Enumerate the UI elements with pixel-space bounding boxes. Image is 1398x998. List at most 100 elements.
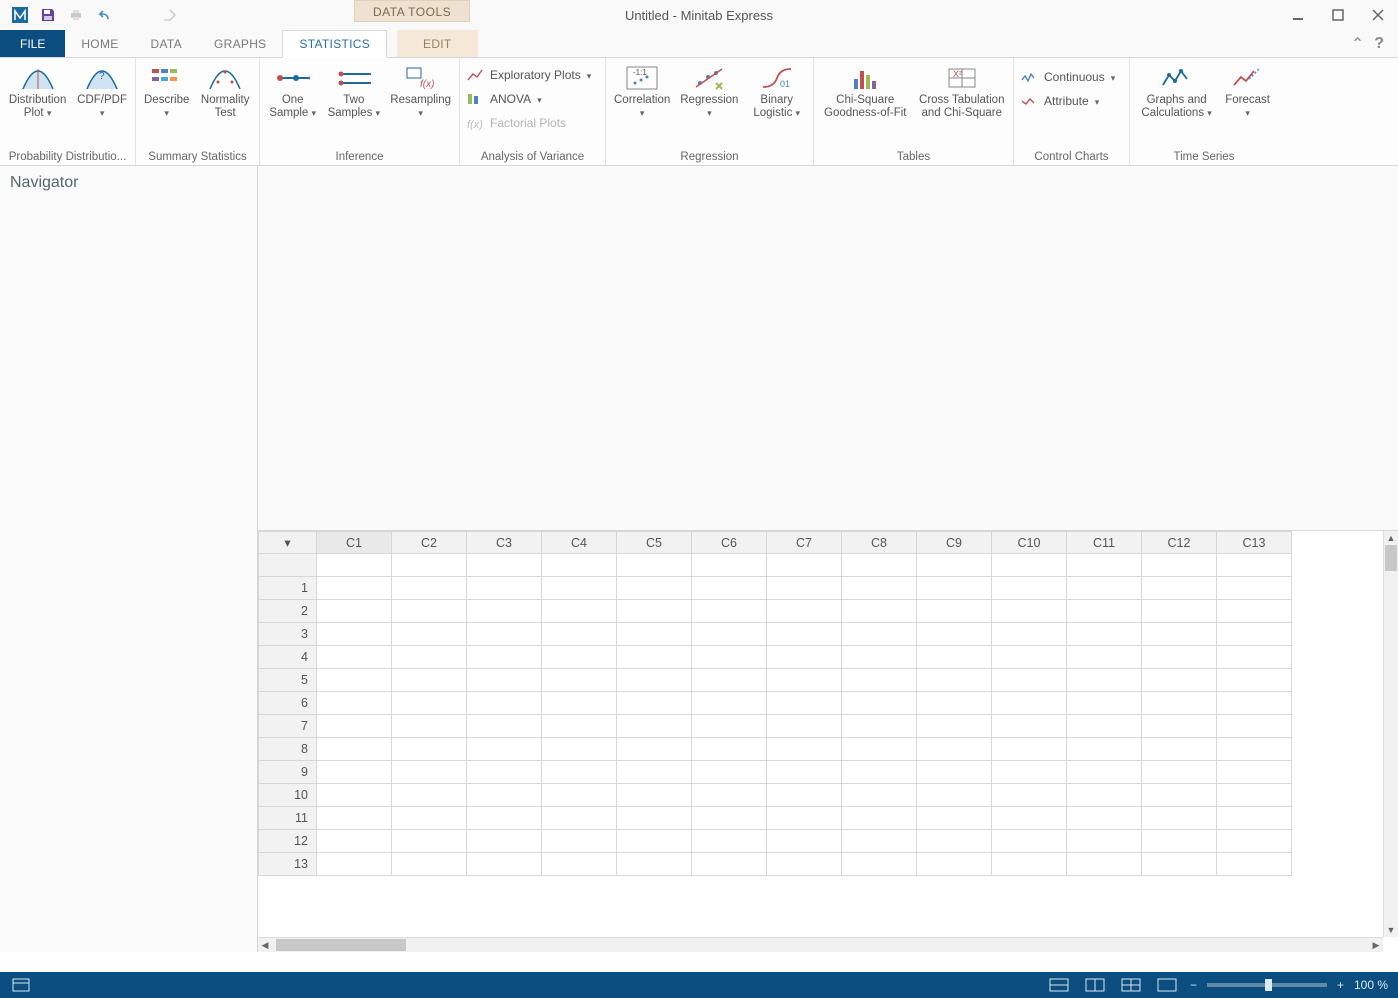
data-cell[interactable] (992, 784, 1067, 807)
data-cell[interactable] (842, 623, 917, 646)
column-header[interactable]: C4 (542, 532, 617, 554)
zoom-out-button[interactable]: − (1190, 978, 1197, 992)
data-cell[interactable] (917, 738, 992, 761)
data-cell[interactable] (917, 761, 992, 784)
data-cell[interactable] (1142, 623, 1217, 646)
data-cell[interactable] (767, 669, 842, 692)
data-cell[interactable] (467, 646, 542, 669)
redo-button[interactable] (158, 1, 186, 29)
data-cell[interactable] (467, 807, 542, 830)
tab-edit[interactable]: EDIT (397, 30, 478, 57)
horizontal-scroll-thumb[interactable] (276, 939, 406, 951)
data-cell[interactable] (467, 692, 542, 715)
data-cell[interactable] (1217, 830, 1292, 853)
column-name-cell[interactable] (467, 554, 542, 577)
data-cell[interactable] (992, 577, 1067, 600)
context-tab-data-tools[interactable]: DATA TOOLS (354, 0, 470, 22)
data-cell[interactable] (992, 623, 1067, 646)
data-cell[interactable] (1067, 692, 1142, 715)
app-icon[interactable] (6, 1, 34, 29)
data-cell[interactable] (1067, 715, 1142, 738)
data-cell[interactable] (767, 761, 842, 784)
data-cell[interactable] (1217, 761, 1292, 784)
data-cell[interactable] (317, 600, 392, 623)
data-cell[interactable] (1142, 853, 1217, 876)
chisquare-gof-button[interactable]: Chi-Square Goodness-of-Fit (820, 62, 911, 122)
scroll-left-icon[interactable]: ◀ (258, 938, 272, 952)
data-cell[interactable] (467, 761, 542, 784)
row-header[interactable]: 12 (259, 830, 317, 853)
tab-data[interactable]: DATA (135, 30, 198, 57)
correlation-button[interactable]: -1:1 Correlation (612, 62, 672, 122)
data-cell[interactable] (842, 669, 917, 692)
scroll-right-icon[interactable]: ▶ (1369, 938, 1383, 952)
name-row-header[interactable] (259, 554, 317, 577)
data-cell[interactable] (317, 623, 392, 646)
data-cell[interactable] (542, 784, 617, 807)
data-cell[interactable] (1142, 715, 1217, 738)
data-cell[interactable] (392, 761, 467, 784)
column-name-cell[interactable] (542, 554, 617, 577)
row-header[interactable]: 2 (259, 600, 317, 623)
data-cell[interactable] (992, 692, 1067, 715)
data-cell[interactable] (617, 853, 692, 876)
data-cell[interactable] (1142, 646, 1217, 669)
undo-button[interactable] (90, 1, 118, 29)
column-header[interactable]: C7 (767, 532, 842, 554)
row-header[interactable]: 1 (259, 577, 317, 600)
data-cell[interactable] (317, 784, 392, 807)
vertical-scroll-thumb[interactable] (1385, 545, 1397, 571)
data-cell[interactable] (1067, 623, 1142, 646)
data-cell[interactable] (317, 715, 392, 738)
tab-statistics[interactable]: STATISTICS (282, 30, 387, 58)
data-cell[interactable] (692, 577, 767, 600)
data-cell[interactable] (617, 577, 692, 600)
column-name-cell[interactable] (992, 554, 1067, 577)
horizontal-scrollbar[interactable]: ◀ ▶ (258, 937, 1383, 952)
data-cell[interactable] (767, 807, 842, 830)
column-header[interactable]: C9 (917, 532, 992, 554)
data-cell[interactable] (617, 669, 692, 692)
scroll-down-icon[interactable]: ▼ (1384, 923, 1398, 937)
data-cell[interactable] (467, 738, 542, 761)
data-cell[interactable] (1142, 830, 1217, 853)
help-icon[interactable]: ? (1374, 35, 1384, 53)
maximize-button[interactable] (1318, 1, 1358, 29)
data-cell[interactable] (542, 692, 617, 715)
data-cell[interactable] (992, 600, 1067, 623)
attribute-button[interactable]: Attribute (1020, 90, 1115, 112)
row-header[interactable]: 11 (259, 807, 317, 830)
data-cell[interactable] (1217, 623, 1292, 646)
data-cell[interactable] (842, 738, 917, 761)
data-cell[interactable] (392, 669, 467, 692)
data-cell[interactable] (1067, 830, 1142, 853)
data-cell[interactable] (542, 577, 617, 600)
data-cell[interactable] (1142, 669, 1217, 692)
data-cell[interactable] (542, 853, 617, 876)
column-header[interactable]: C8 (842, 532, 917, 554)
data-cell[interactable] (392, 738, 467, 761)
data-cell[interactable] (392, 623, 467, 646)
data-cell[interactable] (317, 669, 392, 692)
data-cell[interactable] (1067, 646, 1142, 669)
data-cell[interactable] (767, 853, 842, 876)
data-cell[interactable] (992, 646, 1067, 669)
view-mode-4-button[interactable] (1154, 975, 1180, 995)
data-cell[interactable] (317, 577, 392, 600)
data-cell[interactable] (992, 853, 1067, 876)
data-cell[interactable] (617, 761, 692, 784)
cdf-pdf-button[interactable]: ? CDF/PDF (75, 62, 129, 122)
data-cell[interactable] (842, 600, 917, 623)
data-cell[interactable] (1217, 738, 1292, 761)
data-cell[interactable] (467, 577, 542, 600)
zoom-slider[interactable] (1207, 983, 1327, 987)
data-cell[interactable] (692, 692, 767, 715)
data-cell[interactable] (692, 830, 767, 853)
row-header[interactable]: 9 (259, 761, 317, 784)
corner-cell[interactable]: ▾ (259, 532, 317, 554)
data-cell[interactable] (842, 784, 917, 807)
data-cell[interactable] (467, 600, 542, 623)
row-header[interactable]: 5 (259, 669, 317, 692)
data-cell[interactable] (317, 853, 392, 876)
data-cell[interactable] (692, 669, 767, 692)
